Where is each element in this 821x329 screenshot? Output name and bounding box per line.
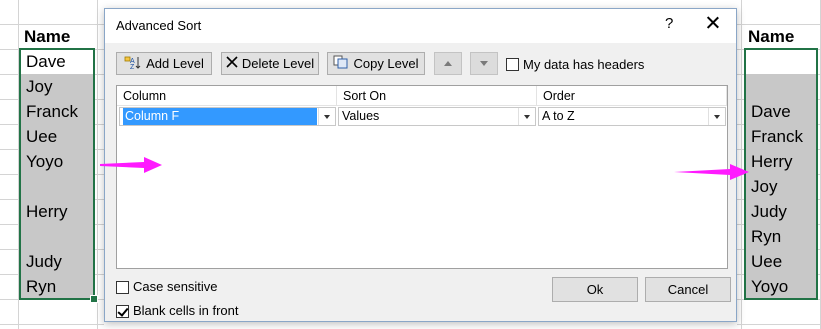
right-cell-1[interactable] bbox=[746, 49, 816, 74]
right-cell-6[interactable]: Joy bbox=[746, 174, 816, 199]
chevron-down-icon[interactable] bbox=[318, 108, 335, 125]
blank-cells-in-front-checkbox[interactable] bbox=[116, 305, 129, 318]
copy-level-button[interactable]: Copy Level bbox=[327, 52, 425, 75]
right-cell-3[interactable]: Dave bbox=[746, 99, 816, 124]
ok-button[interactable]: Ok bbox=[552, 277, 638, 302]
svg-text:Z: Z bbox=[130, 64, 135, 70]
my-data-has-headers-checkbox[interactable] bbox=[506, 58, 519, 71]
move-down-icon bbox=[480, 61, 488, 66]
left-cell-2[interactable]: Joy bbox=[21, 74, 93, 99]
right-cell-9[interactable]: Uee bbox=[746, 249, 816, 274]
left-header-cell[interactable]: Name bbox=[19, 24, 97, 49]
column-select-value: Column F bbox=[123, 108, 317, 125]
right-cell-4[interactable]: Franck bbox=[746, 124, 816, 149]
right-header-cell[interactable]: Name bbox=[743, 24, 819, 49]
right-cell-8[interactable]: Ryn bbox=[746, 224, 816, 249]
column-header: Column bbox=[117, 86, 337, 106]
delete-x-icon bbox=[226, 56, 238, 71]
copy-level-label: Copy Level bbox=[353, 56, 419, 71]
dialog-titlebar[interactable]: Advanced Sort ? bbox=[105, 9, 736, 43]
left-cell-9[interactable]: Judy bbox=[21, 249, 93, 274]
close-icon[interactable] bbox=[705, 14, 721, 32]
delete-level-label: Delete Level bbox=[241, 56, 315, 71]
move-up-icon bbox=[444, 61, 452, 66]
add-level-button[interactable]: AZ Add Level bbox=[116, 52, 212, 75]
chevron-down-icon[interactable] bbox=[708, 108, 725, 125]
left-cell-1[interactable]: Dave bbox=[21, 49, 93, 74]
move-down-button[interactable] bbox=[470, 52, 498, 75]
case-sensitive-checkbox[interactable] bbox=[116, 281, 129, 294]
add-level-icon: AZ bbox=[124, 54, 142, 73]
sort-levels-grid: Column Sort On Order Column F Values A t… bbox=[116, 85, 728, 269]
left-cell-4[interactable]: Uee bbox=[21, 124, 93, 149]
dialog-title: Advanced Sort bbox=[116, 18, 202, 33]
right-cell-10[interactable]: Yoyo bbox=[746, 274, 816, 299]
case-sensitive-label[interactable]: Case sensitive bbox=[133, 279, 218, 294]
sort-on-select-value: Values bbox=[342, 109, 380, 123]
sort-on-header: Sort On bbox=[337, 86, 537, 106]
left-cell-6[interactable] bbox=[21, 174, 93, 199]
delete-level-button[interactable]: Delete Level bbox=[221, 52, 319, 75]
column-select[interactable]: Column F bbox=[119, 107, 336, 126]
right-cell-5[interactable]: Herry bbox=[746, 149, 816, 174]
cancel-button[interactable]: Cancel bbox=[645, 277, 731, 302]
left-cell-8[interactable] bbox=[21, 224, 93, 249]
order-select-value: A to Z bbox=[542, 109, 575, 123]
right-cell-2[interactable] bbox=[746, 74, 816, 99]
left-arrow-icon bbox=[100, 157, 162, 173]
left-sheet: Name Dave Joy Franck Uee Yoyo Herry Judy… bbox=[0, 0, 104, 329]
order-select[interactable]: A to Z bbox=[538, 107, 726, 126]
order-header: Order bbox=[537, 86, 727, 106]
move-up-button[interactable] bbox=[434, 52, 462, 75]
add-level-label: Add Level bbox=[146, 56, 204, 71]
left-cell-5[interactable]: Yoyo bbox=[21, 149, 93, 174]
left-fill-handle[interactable] bbox=[90, 295, 98, 303]
right-cell-7[interactable]: Judy bbox=[746, 199, 816, 224]
left-cell-7[interactable]: Herry bbox=[21, 199, 93, 224]
help-button[interactable]: ? bbox=[665, 15, 673, 32]
right-arrow-icon bbox=[674, 164, 749, 180]
left-cell-3[interactable]: Franck bbox=[21, 99, 93, 124]
my-data-has-headers-label[interactable]: My data has headers bbox=[523, 57, 644, 72]
copy-icon bbox=[333, 55, 349, 72]
left-cell-10[interactable]: Ryn bbox=[21, 274, 93, 299]
chevron-down-icon[interactable] bbox=[518, 108, 535, 125]
blank-cells-in-front-label[interactable]: Blank cells in front bbox=[133, 303, 239, 318]
sort-on-select[interactable]: Values bbox=[338, 107, 536, 126]
advanced-sort-dialog: Advanced Sort ? AZ Add Level Delete Leve… bbox=[104, 8, 737, 322]
